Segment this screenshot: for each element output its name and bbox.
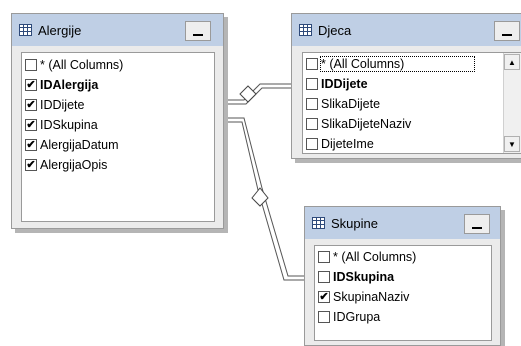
column-row[interactable]: ✔ AlergijaOpis: [25, 155, 107, 175]
column-row[interactable]: ✔ IDAlergija: [25, 75, 98, 95]
column-row[interactable]: ✔ IDSkupina: [25, 115, 98, 135]
column-list[interactable]: * (All Columns) IDSkupina ✔ SkupinaNaziv …: [314, 245, 492, 341]
column-checkbox[interactable]: [306, 138, 318, 150]
column-label: IDSkupina: [40, 118, 98, 132]
table-window-alergije[interactable]: Alergije * (All Columns) ✔ IDAlergija ✔ ID…: [11, 13, 224, 229]
column-label: IDAlergija: [40, 78, 99, 92]
column-label: * (All Columns): [40, 58, 124, 72]
column-row[interactable]: ✔ AlergijaDatum: [25, 135, 119, 155]
column-label: IDSkupina: [333, 270, 395, 284]
minimize-button[interactable]: [464, 214, 490, 234]
table-icon: [19, 24, 32, 36]
column-label: IDDijete: [321, 77, 368, 91]
titlebar[interactable]: Djeca: [292, 14, 521, 46]
column-label: SlikaDijeteNaziv: [321, 117, 412, 131]
titlebar[interactable]: Alergije: [12, 14, 223, 46]
scroll-up-arrow-icon[interactable]: ▲: [504, 54, 520, 70]
relationship-key-icon: [251, 187, 269, 207]
column-list[interactable]: * (All Columns) ✔ IDAlergija ✔ IDDijete ✔ I…: [21, 52, 215, 222]
column-label: * (All Columns): [333, 250, 417, 264]
column-row[interactable]: IDSkupina: [318, 267, 394, 287]
column-checkbox[interactable]: [306, 118, 318, 130]
scroll-down-arrow-icon[interactable]: ▼: [504, 136, 520, 152]
column-label: SlikaDijete: [321, 97, 381, 111]
column-row[interactable]: * (All Columns): [25, 55, 123, 75]
table-title: Djeca: [318, 23, 352, 38]
column-row[interactable]: IDDijete: [306, 74, 368, 94]
column-row[interactable]: SlikaDijete: [306, 94, 380, 114]
table-title: Alergije: [38, 23, 82, 38]
column-row[interactable]: SlikaDijeteNaziv: [306, 114, 411, 134]
table-title: Skupine: [331, 216, 378, 231]
column-checkbox[interactable]: ✔: [25, 119, 37, 131]
column-row[interactable]: ✔ IDDijete: [25, 95, 84, 115]
column-row[interactable]: * (All Columns): [318, 247, 416, 267]
column-row[interactable]: DijeteIme: [306, 134, 374, 153]
vertical-scrollbar[interactable]: ▲ ▼: [503, 53, 521, 153]
minimize-button[interactable]: [494, 21, 520, 41]
table-window-skupine[interactable]: Skupine * (All Columns) IDSkupina ✔ Skupi…: [304, 206, 501, 346]
column-checkbox[interactable]: [318, 311, 330, 323]
column-label: AlergijaDatum: [40, 138, 119, 152]
column-checkbox[interactable]: ✔: [318, 291, 330, 303]
column-label: SkupinaNaziv: [333, 290, 410, 304]
column-checkbox[interactable]: [25, 59, 37, 71]
column-checkbox[interactable]: [306, 58, 318, 70]
column-checkbox[interactable]: ✔: [25, 159, 37, 171]
column-label: IDGrupa: [333, 310, 381, 324]
minimize-button[interactable]: [185, 21, 211, 41]
column-label: DijeteIme: [321, 137, 374, 151]
table-window-djeca[interactable]: Djeca * (All Columns) IDDijete SlikaDije…: [291, 13, 521, 159]
table-icon: [299, 24, 312, 36]
column-label: AlergijaOpis: [40, 158, 108, 172]
column-label: * (All Columns): [319, 56, 476, 72]
column-checkbox[interactable]: ✔: [25, 79, 37, 91]
column-list[interactable]: * (All Columns) IDDijete SlikaDijete Sli…: [302, 52, 521, 154]
column-row[interactable]: * (All Columns): [306, 54, 476, 74]
titlebar[interactable]: Skupine: [305, 207, 500, 239]
column-checkbox[interactable]: [318, 251, 330, 263]
column-checkbox[interactable]: [306, 78, 318, 90]
table-icon: [312, 217, 325, 229]
column-checkbox[interactable]: ✔: [25, 99, 37, 111]
column-checkbox[interactable]: [318, 271, 330, 283]
column-label: IDDijete: [40, 98, 85, 112]
column-row[interactable]: IDGrupa: [318, 307, 380, 327]
column-row[interactable]: ✔ SkupinaNaziv: [318, 287, 409, 307]
column-checkbox[interactable]: [306, 98, 318, 110]
column-checkbox[interactable]: ✔: [25, 139, 37, 151]
